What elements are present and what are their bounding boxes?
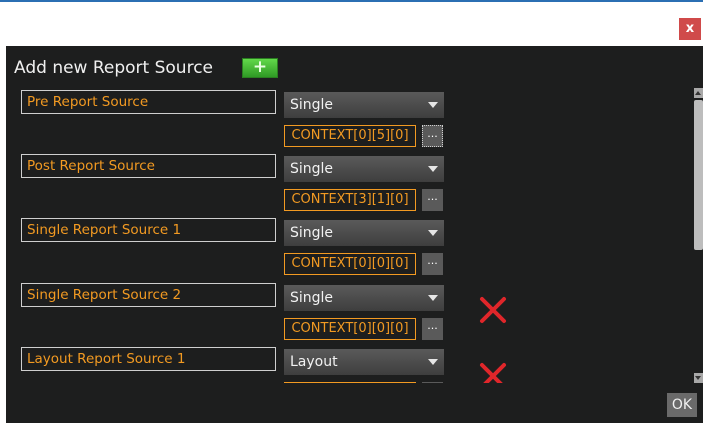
- chevron-down-icon: [428, 166, 438, 172]
- context-field[interactable]: CONTEXT[0][0][0]: [284, 318, 416, 340]
- browse-context-button[interactable]: ...: [422, 318, 443, 340]
- source-type-select[interactable]: Single: [284, 156, 444, 182]
- report-source-panel: Add new Report Source + Pre Report Sourc…: [6, 46, 703, 423]
- scroll-viewport-edge: [6, 383, 696, 423]
- source-name-field[interactable]: Pre Report Source: [21, 90, 276, 114]
- source-type-select[interactable]: Layout: [284, 349, 444, 375]
- chevron-down-icon: [428, 102, 438, 108]
- source-type-select[interactable]: Single: [284, 220, 444, 246]
- dialog-title: Add new Report Source: [14, 58, 214, 78]
- chevron-down-icon: [428, 230, 438, 236]
- delete-source-icon[interactable]: [478, 295, 508, 325]
- vertical-scrollbar[interactable]: [694, 88, 703, 383]
- source-name-field[interactable]: Post Report Source: [21, 154, 276, 178]
- source-name-field[interactable]: Single Report Source 2: [21, 283, 276, 307]
- chevron-down-icon: [428, 359, 438, 365]
- window-title-bar: x: [0, 0, 703, 46]
- browse-context-button[interactable]: ...: [422, 125, 443, 147]
- context-field[interactable]: CONTEXT[0][5][0]: [284, 125, 416, 147]
- browse-context-button[interactable]: ...: [422, 253, 443, 275]
- source-type-value: Single: [290, 97, 334, 113]
- scroll-up-arrow-icon[interactable]: [694, 88, 703, 98]
- source-type-select[interactable]: Single: [284, 92, 444, 118]
- scroll-down-arrow-icon[interactable]: [694, 373, 703, 383]
- context-field[interactable]: CONTEXT[0][0][0]: [284, 253, 416, 275]
- scrollbar-thumb[interactable]: [694, 100, 703, 250]
- source-type-select[interactable]: Single: [284, 285, 444, 311]
- source-name-field[interactable]: Single Report Source 1: [21, 218, 276, 242]
- ok-button[interactable]: OK: [667, 393, 697, 417]
- source-type-value: Layout: [290, 354, 338, 370]
- chevron-down-icon: [428, 295, 438, 301]
- close-button[interactable]: x: [679, 18, 701, 40]
- source-type-value: Single: [290, 161, 334, 177]
- browse-context-button[interactable]: ...: [422, 189, 443, 211]
- add-source-button[interactable]: +: [242, 58, 278, 78]
- source-type-value: Single: [290, 290, 334, 306]
- source-type-value: Single: [290, 225, 334, 241]
- context-field[interactable]: CONTEXT[3][1][0]: [284, 189, 416, 211]
- source-name-field[interactable]: Layout Report Source 1: [21, 347, 276, 371]
